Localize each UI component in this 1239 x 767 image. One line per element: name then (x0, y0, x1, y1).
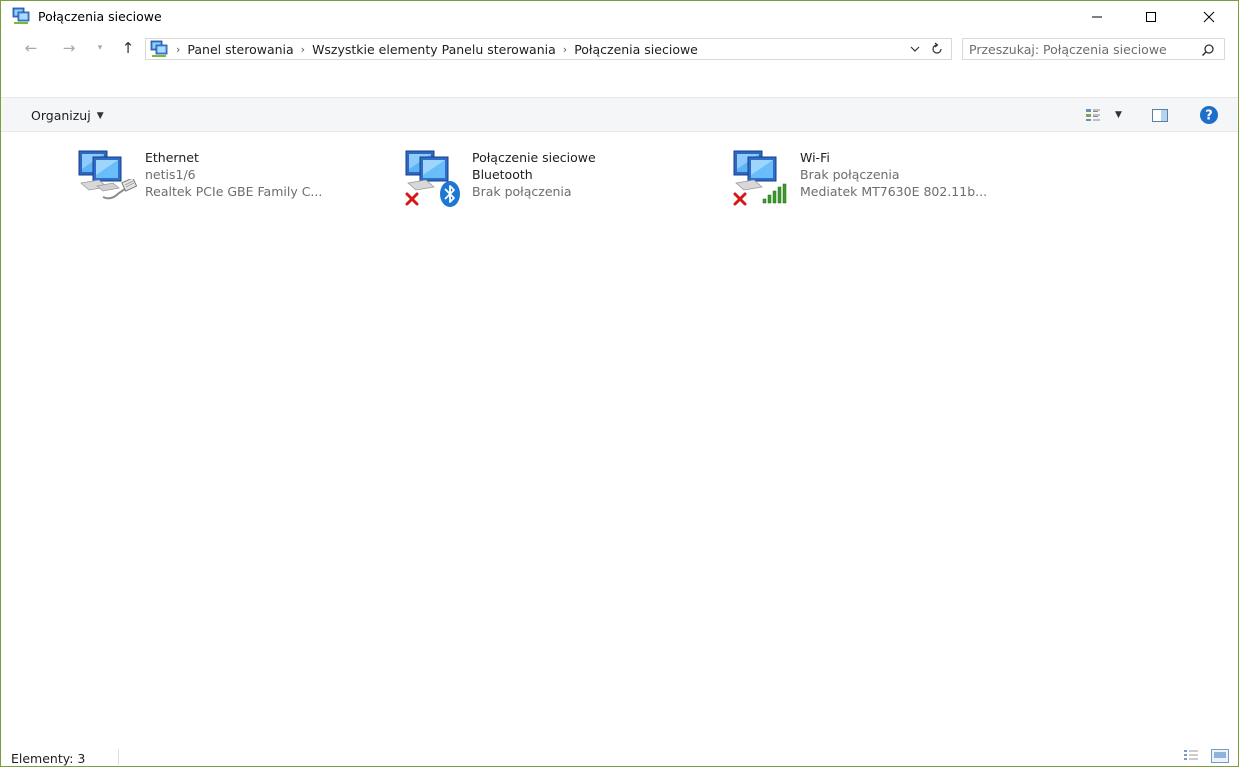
connection-status: Brak połączenia (472, 184, 572, 199)
connection-name: Ethernet (145, 150, 199, 165)
details-view-icon[interactable] (1183, 749, 1199, 763)
close-icon (1203, 11, 1215, 22)
breadcrumb-network-connections[interactable]: Połączenia sieciowe (574, 42, 698, 57)
control-panel-icon (149, 40, 169, 58)
recent-locations-button[interactable]: ▾ (95, 40, 105, 56)
breadcrumb-all-items[interactable]: Wszystkie elementy Panelu sterowania (312, 42, 556, 57)
status-divider (118, 749, 119, 765)
connection-ethernet[interactable]: Ethernet netis1/6 Realtek PCIe GBE Famil… (77, 145, 377, 209)
red-x-icon (404, 191, 420, 207)
minimize-button[interactable] (1074, 1, 1120, 32)
organize-button[interactable]: Organizuj ▼ (31, 108, 104, 123)
svg-text:?: ? (1205, 109, 1213, 124)
wifi-signal-icon (762, 183, 790, 205)
address-bar[interactable]: › Panel sterowania › Wszystkie elementy … (145, 38, 952, 60)
breadcrumb-separator-icon[interactable]: › (176, 43, 180, 56)
forward-button[interactable]: → (61, 39, 77, 57)
connection-name: Połączenie sieciowe (472, 150, 596, 165)
preview-pane-icon[interactable] (1152, 109, 1168, 122)
back-button[interactable]: ← (23, 39, 39, 57)
search-box[interactable] (962, 38, 1225, 60)
large-icons-view-icon[interactable] (1211, 749, 1229, 763)
explorer-window: Połączenia sieciowe ← → ▾ ↑ › Panel ster… (0, 0, 1239, 767)
search-input[interactable] (969, 41, 1201, 57)
item-count: Elementy: 3 (11, 751, 86, 766)
connection-device: Realtek PCIe GBE Family C... (145, 184, 323, 199)
ethernet-cable-icon (101, 177, 138, 205)
breadcrumb-separator-icon[interactable]: › (301, 43, 305, 56)
organize-label: Organizuj (31, 108, 91, 123)
connection-details: Połączenie sieciowe Bluetooth Brak połąc… (472, 149, 712, 200)
maximize-icon (1146, 11, 1156, 22)
breadcrumb-panel-sterowania[interactable]: Panel sterowania (187, 42, 293, 57)
status-bar: Elementy: 3 (1, 745, 1238, 767)
breadcrumb-separator-icon[interactable]: › (563, 43, 567, 56)
view-options-dropdown[interactable]: ▼ (1115, 108, 1127, 122)
search-icon[interactable] (1201, 43, 1215, 57)
window-title: Połączenia sieciowe (38, 9, 162, 24)
maximize-button[interactable] (1128, 1, 1174, 32)
command-bar: Organizuj ▼ ▼ ? (1, 97, 1238, 132)
up-button[interactable]: ↑ (120, 39, 136, 57)
bluetooth-icon (438, 180, 462, 208)
address-dropdown-icon[interactable] (908, 42, 922, 56)
connection-wifi[interactable]: Wi-Fi Brak połączenia Mediatek MT7630E 8… (732, 145, 1032, 209)
connection-details: Wi-Fi Brak połączenia Mediatek MT7630E 8… (800, 149, 1040, 200)
connection-name-line2: Bluetooth (472, 167, 533, 182)
close-button[interactable] (1186, 1, 1232, 32)
chevron-down-icon: ▼ (96, 110, 104, 121)
change-view-icon[interactable] (1085, 108, 1101, 122)
minimize-icon (1092, 16, 1102, 17)
connection-device: Mediatek MT7630E 802.11b... (800, 184, 988, 199)
connection-status: Brak połączenia (800, 167, 900, 182)
connection-name: Wi-Fi (800, 150, 830, 165)
refresh-icon[interactable] (930, 42, 944, 56)
help-icon[interactable]: ? (1199, 105, 1219, 125)
connection-network: netis1/6 (145, 167, 196, 182)
connection-details: Ethernet netis1/6 Realtek PCIe GBE Famil… (145, 149, 385, 200)
red-x-icon (732, 191, 748, 207)
title-bar[interactable]: Połączenia sieciowe (1, 1, 1238, 32)
connections-list: Ethernet netis1/6 Realtek PCIe GBE Famil… (1, 132, 1238, 737)
network-connections-icon (11, 7, 31, 25)
navigation-row: ← → ▾ ↑ › Panel sterowania › Wszystkie e… (1, 32, 1238, 64)
connection-bluetooth[interactable]: Połączenie sieciowe Bluetooth Brak połąc… (404, 145, 704, 209)
